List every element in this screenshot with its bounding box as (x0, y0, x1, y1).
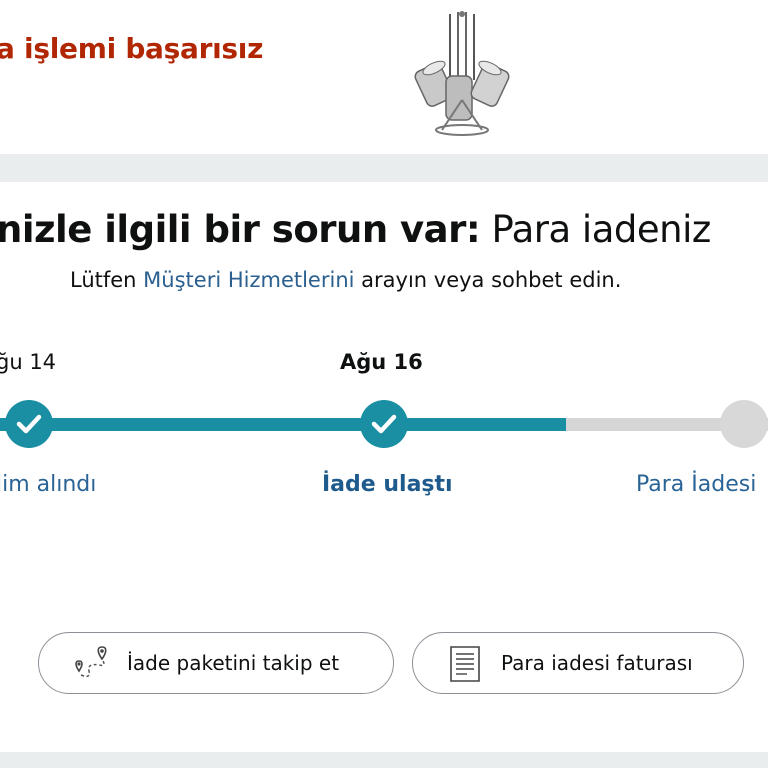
track-return-button[interactable]: İade paketini takip et (38, 632, 394, 694)
timeline-step-1-node (5, 400, 53, 448)
section-divider (0, 752, 768, 768)
refund-invoice-label: Para iadesi faturası (501, 651, 693, 675)
section-divider (0, 154, 768, 182)
timeline-label-2: İade ulaştı (322, 472, 453, 497)
progress-track-complete (0, 418, 566, 431)
timeline-label-1: lim alındı (0, 472, 97, 497)
timeline-date-1: ğu 14 (0, 350, 57, 374)
checkmark-icon (371, 414, 397, 434)
timeline-date-2: Ağu 16 (340, 350, 423, 374)
timeline-step-3-node (720, 400, 768, 448)
receipt-icon (450, 646, 480, 682)
issue-heading-rest: Para iadeniz (480, 208, 711, 251)
help-text: Lütfen Müşteri Hizmetlerini arayın veya … (70, 268, 621, 292)
help-prefix: Lütfen (70, 268, 144, 292)
track-return-label: İade paketini takip et (127, 651, 340, 675)
product-image[interactable] (412, 10, 512, 138)
issue-heading: nizle ilgili bir sorun var: Para iadeniz (0, 208, 711, 251)
customer-service-link[interactable]: Müşteri Hizmetlerini (143, 268, 354, 292)
route-map-icon (75, 646, 107, 678)
refund-invoice-button[interactable]: Para iadesi faturası (412, 632, 744, 694)
timeline-label-3: Para İadesi (636, 472, 757, 497)
checkmark-icon (16, 414, 42, 434)
help-suffix: arayın veya sohbet edin. (354, 268, 622, 292)
issue-heading-bold: nizle ilgili bir sorun var: (0, 208, 481, 251)
status-title: a işlemi başarısız (0, 32, 264, 65)
timeline-step-2-node (360, 400, 408, 448)
